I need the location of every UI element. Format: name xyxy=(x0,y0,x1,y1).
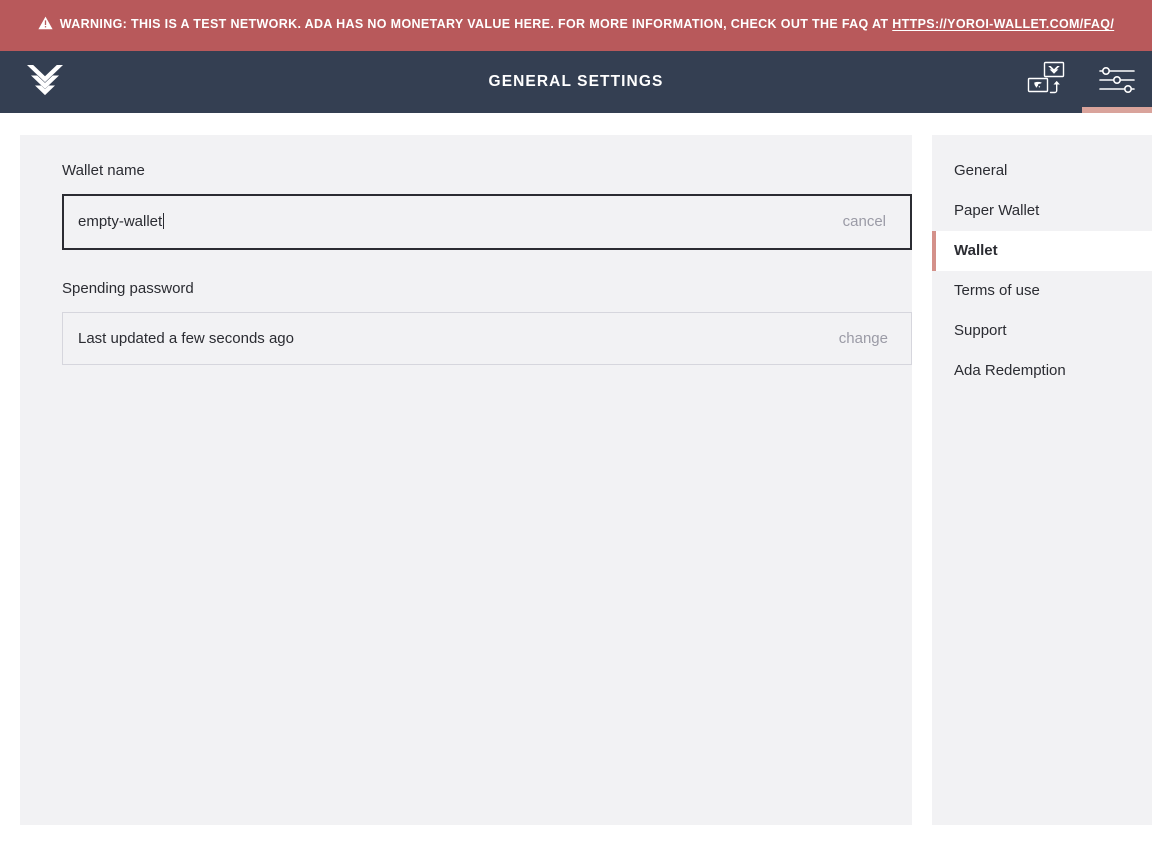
app-root: WARNING: THIS IS A TEST NETWORK. ADA HAS… xyxy=(0,0,1152,847)
spending-password-change-link[interactable]: change xyxy=(839,329,888,349)
menu-item-label: Ada Redemption xyxy=(954,362,1066,379)
wallet-name-input[interactable]: empty-wallet cancel xyxy=(62,194,912,250)
menu-item-paper-wallet[interactable]: Paper Wallet xyxy=(932,191,1152,231)
menu-item-label: Wallet xyxy=(954,242,998,259)
settings-button[interactable] xyxy=(1082,51,1152,113)
warning-message: WARNING: THIS IS A TEST NETWORK. ADA HAS… xyxy=(59,17,893,31)
menu-item-label: Support xyxy=(954,322,1007,339)
spending-password-label: Spending password xyxy=(62,280,194,297)
content-area: Wallet name empty-wallet cancel Spending… xyxy=(0,113,1152,847)
wallet-name-value: empty-wallet xyxy=(78,213,165,230)
page-title: GENERAL SETTINGS xyxy=(488,73,664,90)
menu-item-label: General xyxy=(954,162,1008,179)
menu-item-terms-of-use[interactable]: Terms of use xyxy=(932,271,1152,311)
menu-item-ada-redemption[interactable]: Ada Redemption xyxy=(932,351,1152,391)
nav-actions xyxy=(1012,51,1152,113)
settings-menu: General Paper Wallet Wallet Terms of use… xyxy=(932,135,1152,825)
test-network-warning-banner: WARNING: THIS IS A TEST NETWORK. ADA HAS… xyxy=(0,0,1152,51)
top-navigation-bar: GENERAL SETTINGS xyxy=(0,51,1152,113)
warning-triangle-icon xyxy=(38,16,53,30)
menu-item-support[interactable]: Support xyxy=(932,311,1152,351)
wallet-name-label: Wallet name xyxy=(62,162,145,179)
menu-item-wallet[interactable]: Wallet xyxy=(932,231,1152,271)
settings-sliders-icon xyxy=(1098,65,1136,100)
wallet-switch-button[interactable] xyxy=(1012,51,1082,113)
menu-item-general[interactable]: General xyxy=(932,151,1152,191)
wallet-switch-icon xyxy=(1024,59,1070,106)
wallet-name-cancel-link[interactable]: cancel xyxy=(843,212,886,232)
spending-password-row[interactable]: Last updated a few seconds ago change xyxy=(62,312,912,365)
menu-item-label: Paper Wallet xyxy=(954,202,1040,219)
faq-link[interactable]: HTTPS://YOROI-WALLET.COM/FAQ/ xyxy=(892,17,1114,31)
text-caret xyxy=(163,213,165,229)
menu-item-label: Terms of use xyxy=(954,282,1040,299)
wallet-settings-panel: Wallet name empty-wallet cancel Spending… xyxy=(20,135,912,825)
spending-password-status: Last updated a few seconds ago xyxy=(78,329,294,347)
warning-text: WARNING: THIS IS A TEST NETWORK. ADA HAS… xyxy=(38,14,1114,35)
